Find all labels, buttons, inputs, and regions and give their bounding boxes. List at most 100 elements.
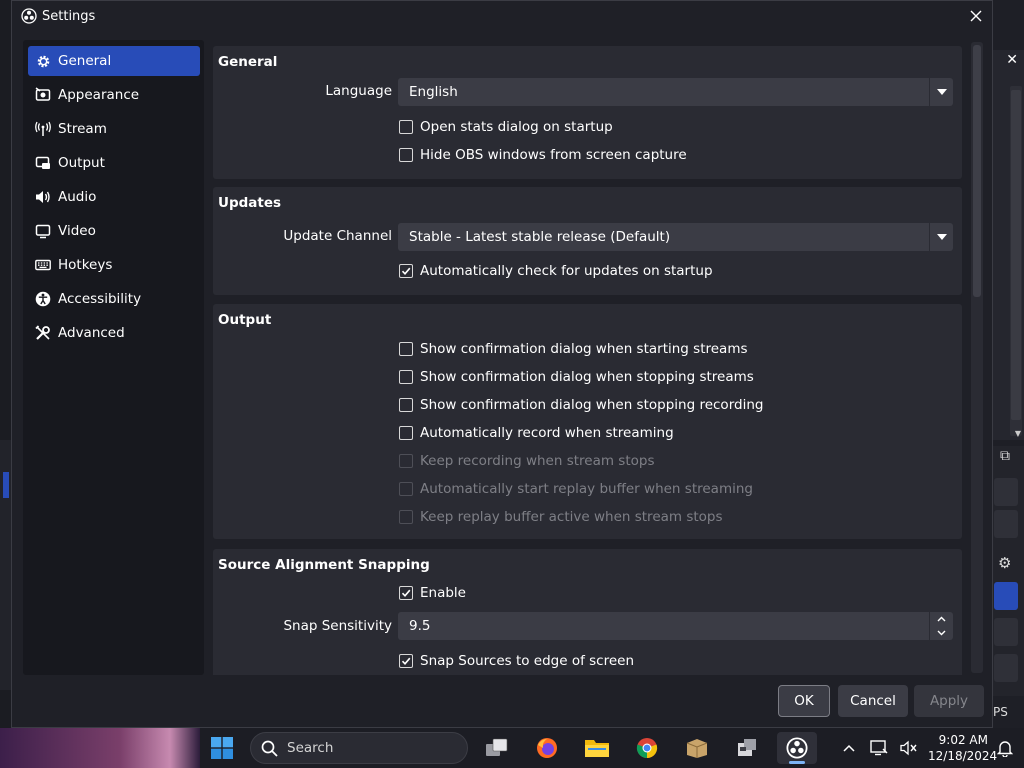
taskbar-chrome[interactable] (627, 732, 667, 764)
auto-record-checkbox[interactable]: Automatically record when streaming (399, 425, 674, 441)
confirm-stop-stream-checkbox[interactable]: Show confirmation dialog when stopping s… (399, 369, 754, 385)
checkbox-box (399, 654, 413, 668)
background-button[interactable] (994, 618, 1018, 646)
snap-sensitivity-value: 9.5 (409, 618, 431, 634)
settings-content: General Language English Open stats dial… (213, 40, 969, 675)
settings-sidebar: General Appearance Stream Output Audio V… (23, 40, 204, 675)
confirm-start-stream-checkbox[interactable]: Show confirmation dialog when starting s… (399, 341, 748, 357)
taskbar-installer-app[interactable] (727, 732, 767, 764)
close-button[interactable] (964, 3, 988, 29)
sidebar-item-general[interactable]: General (28, 46, 200, 76)
firefox-icon (537, 738, 557, 758)
language-value: English (409, 84, 458, 100)
open-stats-checkbox[interactable]: Open stats dialog on startup (399, 119, 613, 135)
background-button[interactable] (994, 510, 1018, 538)
gear-icon (35, 53, 51, 69)
snapping-group: Source Alignment Snapping Enable Snap Se… (213, 549, 962, 675)
sidebar-item-label: Stream (58, 121, 107, 137)
sidebar-item-hotkeys[interactable]: Hotkeys (28, 250, 200, 280)
background-dock-panel: ✕ ▼ (990, 50, 1024, 440)
scrollbar-thumb[interactable] (973, 45, 981, 297)
settings-window: Settings General Appearance Stream Outpu… (11, 0, 993, 728)
sidebar-item-advanced[interactable]: Advanced (28, 318, 200, 348)
snap-sensitivity-input[interactable]: 9.5 (398, 612, 953, 640)
taskbar-search[interactable]: Search (250, 732, 468, 764)
chevron-down-icon (937, 630, 946, 636)
bell-icon (997, 741, 1013, 757)
taskbar-firefox[interactable] (527, 732, 567, 764)
group-title: Output (218, 312, 272, 328)
speaker-icon (35, 189, 51, 205)
notifications-button[interactable] (990, 732, 1020, 764)
group-title: General (218, 54, 278, 70)
checkbox-label: Hide OBS windows from screen capture (420, 147, 687, 163)
hide-obs-checkbox[interactable]: Hide OBS windows from screen capture (399, 147, 687, 163)
background-button[interactable] (994, 478, 1018, 506)
window-title: Settings (42, 9, 96, 24)
spin-up-button[interactable] (930, 612, 953, 626)
keyboard-icon (35, 257, 51, 273)
antenna-icon (35, 121, 51, 137)
sidebar-item-appearance[interactable]: Appearance (28, 80, 200, 110)
checkbox-box (399, 454, 413, 468)
cancel-button[interactable]: Cancel (838, 685, 908, 717)
task-view-icon (486, 738, 508, 756)
checkbox-box (399, 586, 413, 600)
confirm-stop-recording-checkbox[interactable]: Show confirmation dialog when stopping r… (399, 397, 763, 413)
sidebar-item-label: Output (58, 155, 105, 171)
taskbar-file-explorer[interactable] (577, 732, 617, 764)
checkbox-box (399, 426, 413, 440)
checkbox-label: Keep replay buffer active when stream st… (420, 509, 723, 525)
background-button[interactable] (994, 654, 1018, 682)
checkbox-label: Show confirmation dialog when stopping s… (420, 369, 754, 385)
content-scrollbar[interactable] (971, 42, 983, 673)
update-channel-value: Stable - Latest stable release (Default) (409, 229, 671, 245)
task-view-button[interactable] (477, 732, 517, 764)
sidebar-item-output[interactable]: Output (28, 148, 200, 178)
checkbox-box (399, 370, 413, 384)
background-button[interactable] (994, 582, 1018, 610)
group-title: Source Alignment Snapping (218, 557, 430, 573)
title-bar[interactable]: Settings (12, 1, 992, 31)
background-stats-text: PS (993, 705, 1008, 719)
undock-icon[interactable]: ⧉ (1000, 448, 1010, 464)
group-title: Updates (218, 195, 282, 211)
sidebar-item-stream[interactable]: Stream (28, 114, 200, 144)
tray-volume-button[interactable] (894, 732, 924, 764)
dock-scrollbar[interactable] (1010, 86, 1022, 436)
snapping-enable-checkbox[interactable]: Enable (399, 585, 466, 601)
dock-close-icon[interactable]: ✕ (1006, 52, 1018, 68)
sidebar-item-video[interactable]: Video (28, 216, 200, 246)
start-button[interactable] (202, 732, 242, 764)
show-hidden-icons-button[interactable] (834, 732, 864, 764)
background-gear-icon[interactable]: ⚙ (998, 554, 1011, 572)
update-channel-dropdown[interactable]: Stable - Latest stable release (Default) (398, 223, 953, 251)
taskbar-archive-app[interactable] (677, 732, 717, 764)
checkbox-label: Enable (420, 585, 466, 601)
sidebar-item-audio[interactable]: Audio (28, 182, 200, 212)
checkbox-box (399, 148, 413, 162)
checkbox-label: Automatically record when streaming (420, 425, 674, 441)
checkmark-icon (401, 589, 411, 597)
windows-logo-icon (211, 737, 233, 759)
sidebar-item-label: Accessibility (58, 291, 142, 307)
checkbox-box (399, 264, 413, 278)
apply-button[interactable]: Apply (914, 685, 984, 717)
folder-icon (585, 740, 609, 757)
clock-time: 9:02 AM (938, 733, 988, 747)
obs-logo-icon (786, 737, 808, 759)
tray-display-button[interactable] (864, 732, 894, 764)
tray-clock[interactable]: 9:02 AM 12/18/2024 (928, 732, 997, 764)
auto-check-updates-checkbox[interactable]: Automatically check for updates on start… (399, 263, 713, 279)
taskbar: Search 9:02 AM 12/18/2024 (200, 728, 1024, 768)
ok-button[interactable]: OK (778, 685, 830, 717)
archive-box-icon (686, 739, 708, 758)
taskbar-obs[interactable] (777, 732, 817, 764)
scroll-down-icon[interactable]: ▼ (1015, 429, 1021, 438)
output-group: Output Show confirmation dialog when sta… (213, 304, 962, 539)
language-dropdown[interactable]: English (398, 78, 953, 106)
checkbox-box (399, 342, 413, 356)
spin-down-button[interactable] (930, 626, 953, 640)
snap-edge-checkbox[interactable]: Snap Sources to edge of screen (399, 653, 634, 669)
sidebar-item-accessibility[interactable]: Accessibility (28, 284, 200, 314)
